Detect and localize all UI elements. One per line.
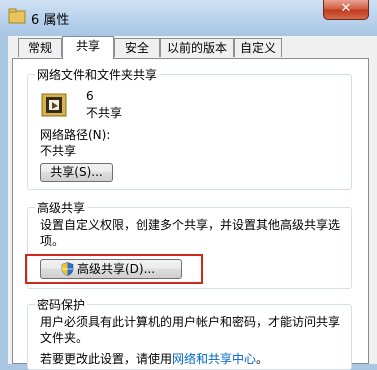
advanced-sharing-description-2: 项。	[40, 234, 65, 248]
password-protection-description-1: 用户必须具有此计算机的用户帐户和密码，才能访问共享	[40, 315, 341, 329]
close-button[interactable]: ✕	[323, 0, 369, 20]
folder-name: 6	[86, 89, 94, 103]
tab-sharing[interactable]: 共享	[62, 36, 114, 59]
share-button[interactable]: 共享(S)...	[40, 163, 113, 182]
advanced-sharing-description-1: 设置自定义权限，创建多个共享，并设置其他高级共享选	[40, 218, 341, 232]
highlight-box	[25, 254, 203, 284]
tab-customize[interactable]: 自定义	[234, 38, 282, 57]
tab-previous-versions[interactable]: 以前的版本	[160, 38, 234, 57]
advanced-sharing-title: 高级共享	[35, 199, 88, 216]
tab-general[interactable]: 常规	[18, 38, 62, 57]
tab-security[interactable]: 安全	[114, 38, 160, 57]
shared-folder-icon	[41, 93, 67, 117]
network-path-label: 网络路径(N):	[40, 128, 111, 142]
password-protection-change-text: 若要更改此设置，请使用网络和共享中心。	[40, 350, 268, 367]
password-protection-title: 密码保护	[35, 296, 88, 313]
network-path-value: 不共享	[40, 144, 77, 158]
window-title: 6 属性	[31, 13, 70, 28]
folder-icon	[8, 8, 26, 24]
network-sharing-title: 网络文件和文件夹共享	[35, 66, 160, 83]
folder-share-status: 不共享	[86, 106, 123, 120]
title-bar[interactable]: 6 属性 ✕	[0, 0, 377, 36]
password-protection-description-2: 文件夹。	[40, 331, 89, 345]
